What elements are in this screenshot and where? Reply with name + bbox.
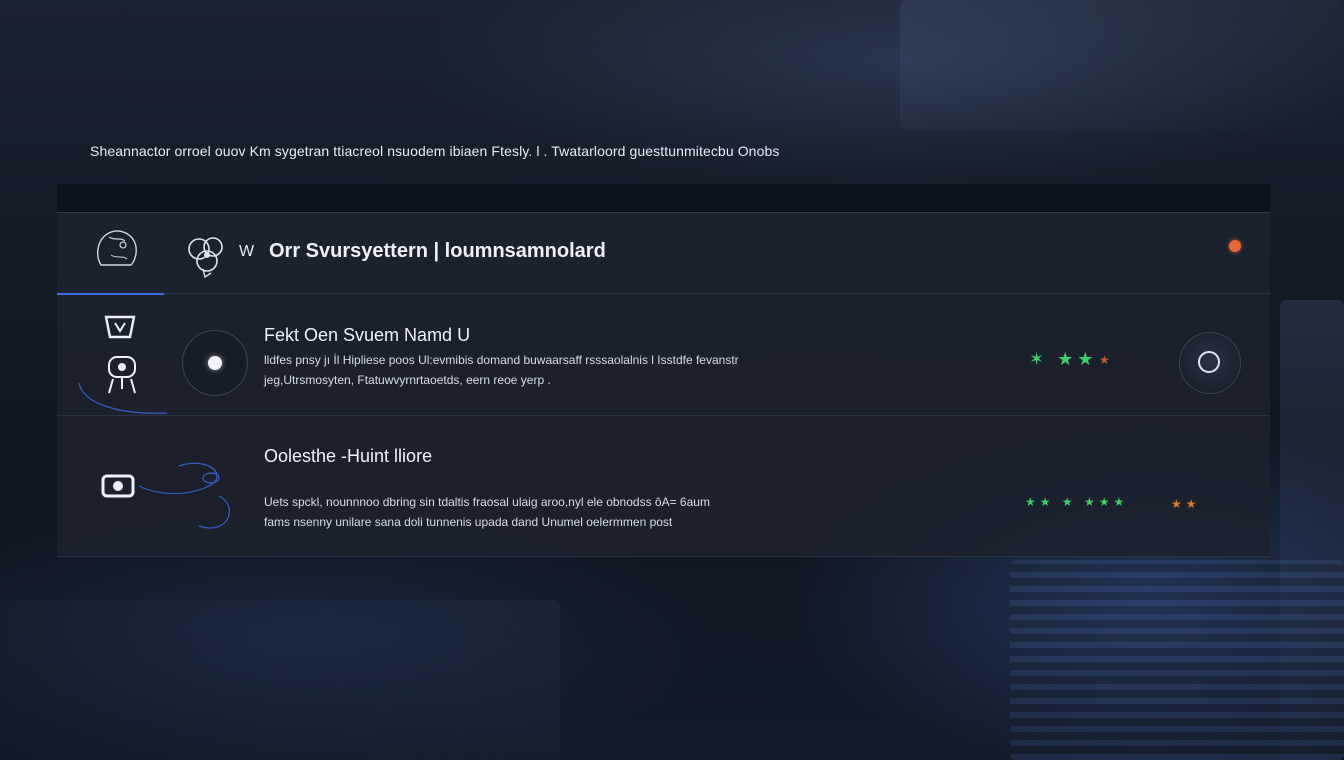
panel-top-bar bbox=[57, 184, 1270, 212]
row-description: lldfes pnsy jı İl Hipliese poos Ul:evmib… bbox=[264, 350, 824, 390]
tab-profile[interactable] bbox=[57, 213, 164, 295]
page-title: Orr Svursyettern | loumnsamnolard bbox=[269, 240, 606, 262]
row-title: Oolesthe -Huint lliore bbox=[264, 446, 433, 466]
header-badge: W bbox=[239, 243, 255, 260]
rating-extra: ★ bbox=[1099, 353, 1114, 367]
row-description: Uets spckl, nounnnoo dbring sin tdaltis … bbox=[264, 492, 824, 532]
background-panel-top bbox=[900, 0, 1344, 130]
page-caption: Sheannactor orroel ouov Km sygetran ttia… bbox=[90, 143, 780, 159]
orbit-icon bbox=[182, 330, 248, 396]
background-keyboard bbox=[1010, 560, 1344, 760]
system-panel: W Orr Svursyettern | loumnsamnolard Fekt… bbox=[57, 212, 1270, 557]
row-description-line: lldfes pnsy jı İl Hipliese poos Ul:evmib… bbox=[264, 353, 739, 367]
rating-extra: ★★ bbox=[1171, 497, 1201, 511]
camera-icon bbox=[99, 456, 249, 541]
circle-action-icon bbox=[1198, 351, 1220, 373]
list-item[interactable]: Oolesthe -Huint lliore Uets spckl, nounn… bbox=[57, 416, 1270, 556]
helmet-icon bbox=[103, 313, 137, 346]
panel-header: W Orr Svursyettern | loumnsamnolard bbox=[57, 213, 1270, 295]
brain-logo-icon bbox=[185, 233, 229, 284]
row-description-line: Uets spckl, nounnnoo dbring sin tdaltis … bbox=[264, 495, 710, 509]
alert-dot-icon[interactable] bbox=[1229, 240, 1241, 252]
background-floor bbox=[0, 600, 560, 760]
orbit-core bbox=[208, 356, 222, 370]
head-profile-icon bbox=[91, 225, 141, 278]
list-item[interactable]: Fekt Oen Svuem Namd U lldfes pnsy jı İl … bbox=[57, 293, 1270, 416]
row-description-line: fams nsenny unilare sana doli tunnenis u… bbox=[264, 515, 673, 529]
rating-stars: ★★ ★ ★★★ bbox=[1025, 495, 1129, 509]
circle-action-button[interactable] bbox=[1179, 332, 1241, 394]
rating-stars: ✶ ★★ bbox=[1029, 349, 1098, 369]
row-description-line: jeg,Utrsmosyten, Ftatuwvyrnrtaoetds, eer… bbox=[264, 373, 551, 387]
row-title: Fekt Oen Svuem Namd U bbox=[264, 325, 471, 345]
